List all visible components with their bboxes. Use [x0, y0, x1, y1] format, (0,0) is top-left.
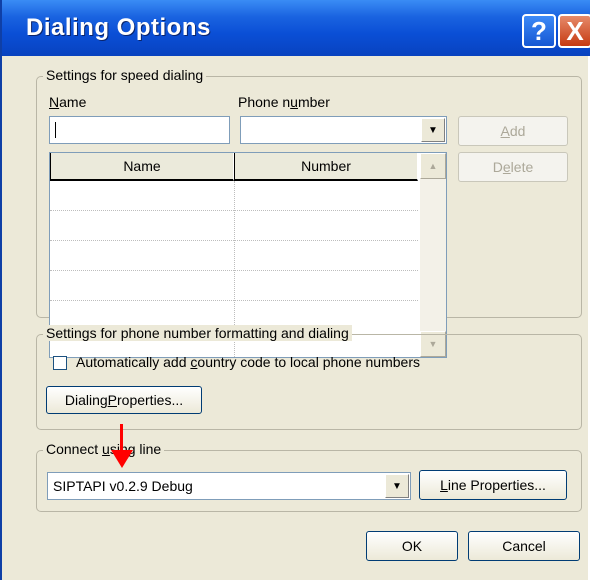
cancel-button[interactable]: Cancel	[468, 531, 580, 561]
country-code-checkbox[interactable]	[53, 356, 67, 370]
window-title: Dialing Options	[26, 14, 211, 41]
speed-dialing-legend: Settings for speed dialing	[43, 67, 207, 83]
close-icon: X	[566, 15, 584, 46]
phone-number-combo[interactable]: ▼	[240, 116, 447, 144]
table-row[interactable]	[50, 241, 418, 271]
chevron-down-icon[interactable]: ▼	[385, 474, 409, 498]
column-header-name[interactable]: Name	[50, 153, 234, 181]
country-code-label[interactable]: Automatically add country code to local …	[76, 354, 420, 370]
name-label: Name	[49, 94, 87, 110]
line-select[interactable]: SIPTAPI v0.2.9 Debug ▼	[47, 472, 411, 500]
table-row[interactable]	[50, 181, 418, 211]
ok-button[interactable]: OK	[366, 531, 458, 561]
help-icon: ?	[531, 15, 547, 46]
annotation-arrow-head	[111, 450, 133, 468]
help-button[interactable]: ?	[522, 14, 556, 48]
close-button[interactable]: X	[558, 14, 590, 48]
vertical-scrollbar[interactable]: ▲ ▼	[420, 153, 446, 357]
chevron-down-icon[interactable]: ▼	[421, 118, 445, 142]
line-properties-button[interactable]: Line Properties...	[419, 470, 567, 500]
connect-legend: Connect using line	[43, 441, 165, 457]
name-input[interactable]	[49, 116, 230, 144]
text-cursor	[55, 122, 56, 138]
formatting-group: Settings for phone number formatting and…	[36, 325, 582, 430]
table-row[interactable]	[50, 211, 418, 241]
dialing-properties-button[interactable]: Dialing Properties...	[46, 386, 202, 414]
phone-number-label: Phone number	[238, 94, 330, 110]
title-bar: Dialing Options ? X	[2, 0, 590, 56]
delete-button[interactable]: De lete	[458, 152, 568, 182]
scroll-up-icon[interactable]: ▲	[420, 153, 446, 179]
add-button[interactable]: Add	[458, 116, 568, 146]
dialing-options-dialog: Dialing Options ? X Settings for speed d…	[0, 0, 590, 580]
table-row[interactable]	[50, 271, 418, 301]
column-header-number[interactable]: Number	[234, 153, 418, 181]
dialog-body: Settings for speed dialing Name Phone nu…	[2, 56, 590, 580]
formatting-legend: Settings for phone number formatting and…	[43, 325, 352, 341]
